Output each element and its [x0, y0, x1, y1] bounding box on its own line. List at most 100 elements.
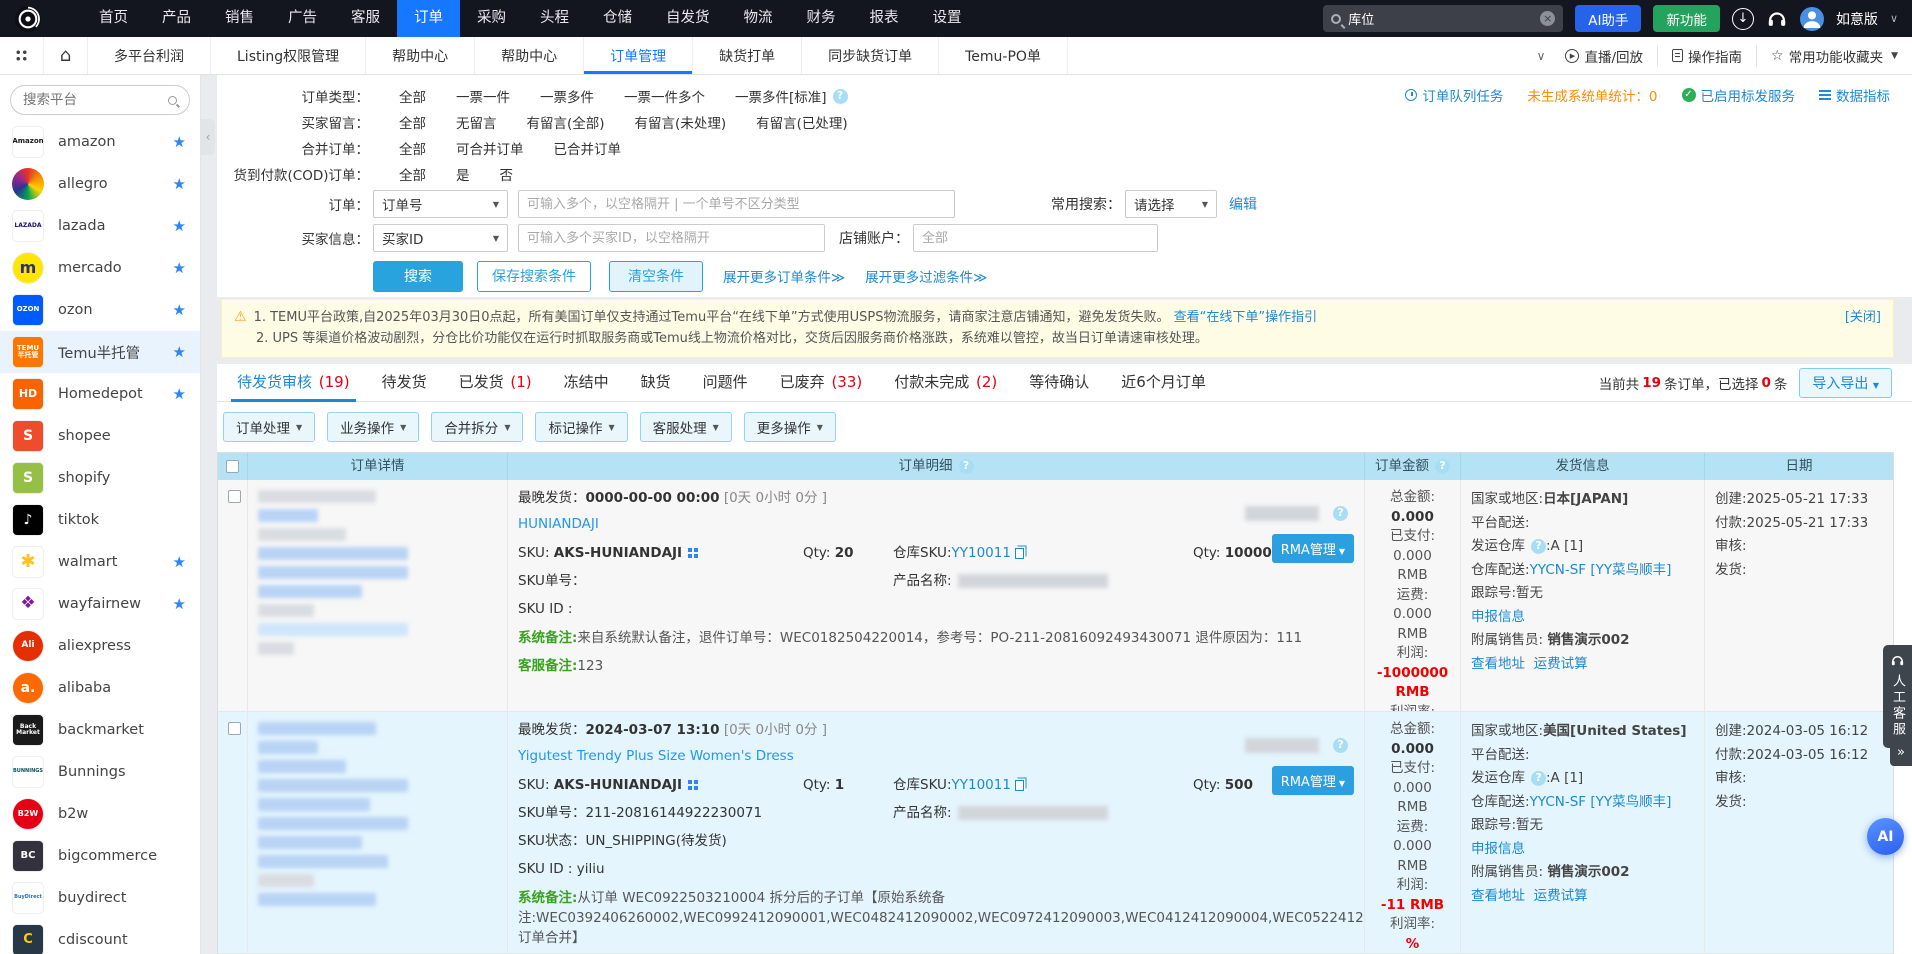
data-metrics-link[interactable]: 数据指标 — [1819, 85, 1890, 105]
sidebar-platform-mercado[interactable]: mmercado★ — [0, 247, 200, 289]
sidebar-platform-amazon[interactable]: Amazonamazon★ — [0, 121, 200, 163]
row-checkbox[interactable] — [228, 490, 241, 503]
edit-common-search-link[interactable]: 编辑 — [1229, 194, 1257, 214]
nav-item-物流[interactable]: 物流 — [727, 0, 790, 37]
filter-option-全部[interactable]: 全部 — [399, 86, 426, 106]
status-tab-冻结中[interactable]: 冻结中 — [548, 364, 625, 402]
row-checkbox[interactable] — [228, 722, 241, 735]
favorite-star-icon[interactable]: ★ — [173, 175, 186, 193]
status-tab-等待确认[interactable]: 等待确认 — [1013, 364, 1105, 402]
live-replay-link[interactable]: ▶直播/回放 — [1565, 46, 1643, 66]
ai-floating-button[interactable]: AI — [1867, 818, 1904, 855]
filter-option-有留言(已处理)[interactable]: 有留言(已处理) — [756, 112, 848, 132]
sidebar-platform-backmarket[interactable]: Back Marketbackmarket — [0, 709, 200, 751]
nav-item-仓储[interactable]: 仓储 — [586, 0, 649, 37]
platform-search-input[interactable] — [23, 92, 168, 108]
filter-option-有留言(全部)[interactable]: 有留言(全部) — [527, 112, 605, 132]
nav-item-广告[interactable]: 广告 — [271, 0, 334, 37]
new-features-button[interactable]: 新功能 — [1653, 5, 1720, 32]
filter-option-一票多件[interactable]: 一票多件 — [540, 86, 594, 106]
store-account-input[interactable] — [913, 224, 1158, 252]
toolbar-button-标记操作[interactable]: 标记操作▼ — [535, 412, 627, 442]
declare-info-link[interactable]: 申报信息 — [1471, 609, 1525, 625]
label-service-enabled-link[interactable]: ✓已启用标发服务 — [1682, 85, 1796, 105]
freight-estimate-link[interactable]: 运费试算 — [1534, 656, 1588, 672]
select-all-checkbox[interactable] — [226, 460, 239, 473]
rma-manage-button[interactable]: RMA管理▼ — [1272, 766, 1354, 795]
sidebar-platform-cdiscount[interactable]: Ccdiscount — [0, 919, 200, 954]
nav-item-财务[interactable]: 财务 — [790, 0, 853, 37]
expand-filter-conditions-link[interactable]: 展开更多过滤条件≫ — [865, 266, 987, 286]
warehouse-delivery-link[interactable]: YYCN-SF [YY菜鸟顺丰] — [1530, 794, 1672, 810]
sidebar-platform-alibaba[interactable]: a.alibaba — [0, 667, 200, 709]
clear-conditions-button[interactable]: 清空条件 — [609, 261, 703, 292]
favorite-star-icon[interactable]: ★ — [173, 301, 186, 319]
warehouse-sku-link[interactable]: YY10011 — [952, 777, 1011, 793]
global-search[interactable]: × — [1323, 5, 1563, 32]
filter-option-全部[interactable]: 全部 — [399, 112, 426, 132]
status-tab-付款未完成[interactable]: 付款未完成 (2) — [878, 364, 1013, 402]
buyer-id-input[interactable] — [518, 224, 825, 252]
sidebar-platform-b2w[interactable]: B2Wb2w — [0, 793, 200, 835]
nav-item-采购[interactable]: 采购 — [460, 0, 523, 37]
guide-link[interactable]: 操作指南 — [1672, 46, 1742, 66]
filter-option-是[interactable]: 是 — [456, 164, 470, 184]
sidebar-platform-Temu半托管[interactable]: TEMU 半托管Temu半托管★ — [0, 331, 200, 373]
sidebar-platform-lazada[interactable]: LAZADAlazada★ — [0, 205, 200, 247]
favorite-star-icon[interactable]: ★ — [173, 133, 186, 151]
sidebar-platform-aliexpress[interactable]: Alialiexpress — [0, 625, 200, 667]
nav-item-订单[interactable]: 订单 — [397, 0, 460, 37]
declare-info-link[interactable]: 申报信息 — [1471, 841, 1525, 857]
nav-item-自发货[interactable]: 自发货 — [649, 0, 727, 37]
expand-panel-tab[interactable]: » — [1890, 742, 1912, 766]
buyer-help-icon[interactable]: ? — [1333, 506, 1348, 521]
status-tab-近6个月订单[interactable]: 近6个月订单 — [1105, 364, 1222, 402]
uncreated-orders-link[interactable]: 未生成系统单统计：0 — [1527, 85, 1657, 105]
search-button[interactable]: 搜索 — [373, 261, 463, 292]
favorites-link[interactable]: ☆常用功能收藏夹▼ — [1771, 46, 1898, 66]
filter-option-有留言(未处理)[interactable]: 有留言(未处理) — [635, 112, 727, 132]
sidebar-platform-bigcommerce[interactable]: BCbigcommerce — [0, 835, 200, 877]
app-logo[interactable] — [14, 5, 42, 33]
home-icon[interactable]: ⌂ — [44, 37, 88, 74]
version-label[interactable]: 如意版 — [1836, 9, 1878, 29]
filter-option-一票一件多个[interactable]: 一票一件多个 — [624, 86, 705, 106]
nav-item-首页[interactable]: 首页 — [82, 0, 145, 37]
filter-option-全部[interactable]: 全部 — [399, 138, 426, 158]
help-icon[interactable]: ? — [833, 89, 848, 104]
warehouse-sku-link[interactable]: YY10011 — [952, 545, 1011, 561]
save-search-button[interactable]: 保存搜索条件 — [477, 261, 591, 292]
filter-option-一票多件[标准][interactable]: 一票多件[标准] — [735, 86, 827, 106]
page-tab-缺货打单-5[interactable]: 缺货打单 — [693, 37, 802, 74]
favorite-star-icon[interactable]: ★ — [173, 259, 186, 277]
toolbar-button-订单处理[interactable]: 订单处理▼ — [223, 412, 315, 442]
ai-assistant-button[interactable]: AI助手 — [1575, 5, 1641, 32]
expand-order-conditions-link[interactable]: 展开更多订单条件≫ — [723, 266, 845, 286]
status-tab-缺货[interactable]: 缺货 — [625, 364, 687, 402]
product-link[interactable]: Yigutest Trendy Plus Size Women's Dress — [518, 746, 794, 767]
sidebar-platform-shopee[interactable]: Sshopee — [0, 415, 200, 457]
apps-grid-icon[interactable] — [0, 37, 44, 74]
status-tab-待发货[interactable]: 待发货 — [366, 364, 443, 402]
status-tab-待发货审核[interactable]: 待发货审核 (19) — [221, 364, 366, 402]
status-tab-已发货[interactable]: 已发货 (1) — [443, 364, 548, 402]
nav-item-报表[interactable]: 报表 — [853, 0, 916, 37]
version-chevron-icon[interactable]: ∨ — [1890, 12, 1898, 25]
toolbar-button-业务操作[interactable]: 业务操作▼ — [327, 412, 419, 442]
filter-option-已合并订单[interactable]: 已合并订单 — [554, 138, 622, 158]
human-service-tab[interactable]: 人工客服 — [1883, 645, 1912, 748]
headset-icon[interactable] — [1766, 8, 1788, 30]
help-icon[interactable]: ? — [1531, 771, 1546, 786]
banner-guide-link[interactable]: 查看“在线下单”操作指引 — [1174, 310, 1317, 325]
sidebar-platform-wayfairnew[interactable]: ❖wayfairnew★ — [0, 583, 200, 625]
nav-item-头程[interactable]: 头程 — [523, 0, 586, 37]
page-tab-Listing权限管理-1[interactable]: Listing权限管理 — [211, 37, 366, 74]
sku-grid-icon[interactable] — [688, 548, 692, 552]
download-icon[interactable]: ↓ — [1732, 8, 1754, 30]
rma-manage-button[interactable]: RMA管理▼ — [1272, 534, 1354, 563]
banner-close-link[interactable]: [关闭] — [1845, 307, 1881, 328]
page-tab-订单管理-4[interactable]: 订单管理 — [584, 37, 693, 74]
product-link[interactable]: HUNIANDAJI — [518, 514, 599, 535]
sku-grid-icon[interactable] — [688, 780, 692, 784]
page-tab-Temu-PO单-7[interactable]: Temu-PO单 — [939, 37, 1068, 74]
